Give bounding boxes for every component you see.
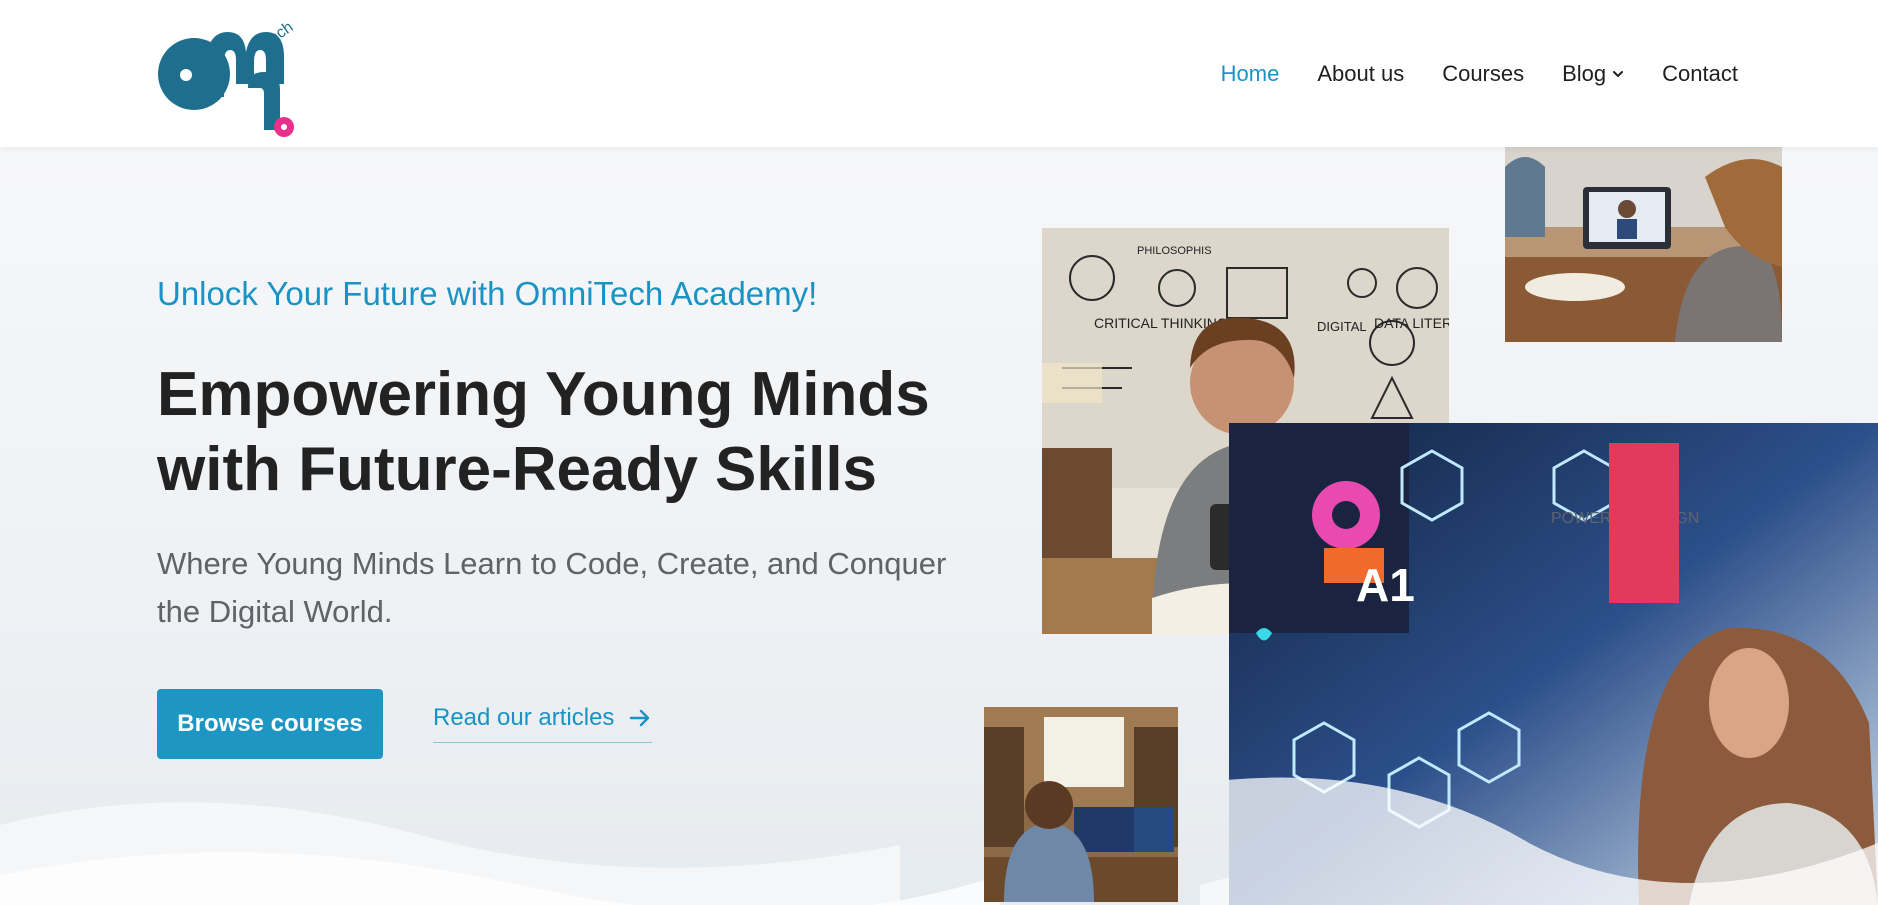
chalk-word-digital: DIGITAL	[1317, 319, 1367, 334]
hero-section: Unlock Your Future with OmniTech Academy…	[0, 147, 1878, 905]
read-articles-link[interactable]: Read our articles	[433, 704, 653, 743]
nav-item-home[interactable]: Home	[1221, 61, 1280, 87]
chalk-word-data-literacy: DATA LITERA	[1374, 315, 1449, 331]
chalk-word-philosophis: PHILOSOPHIS	[1137, 245, 1212, 257]
nav-label-home: Home	[1220, 60, 1280, 86]
nav-label-about: About us	[1317, 60, 1405, 86]
omnitech-logo[interactable]: tech	[156, 12, 306, 140]
nav-item-contact[interactable]: Contact	[1662, 61, 1738, 87]
hero-tagline: Unlock Your Future with OmniTech Academy…	[157, 275, 818, 312]
nav-label-blog: Blog	[1562, 60, 1607, 86]
main-nav: Home About us Courses Blog Contact	[1221, 0, 1738, 147]
hologram-text-ai: A1	[1356, 559, 1415, 611]
hero-headline: Empowering Young Minds with Future-Ready…	[157, 360, 930, 504]
hero-subheading: Where Young Minds Learn to Code, Create,…	[157, 546, 947, 629]
boy-coding-computer-photo	[984, 707, 1178, 902]
arrow-right-icon	[630, 709, 650, 727]
nav-item-courses[interactable]: Courses	[1442, 61, 1524, 87]
chevron-down-icon	[1613, 70, 1624, 77]
read-articles-label: Read our articles	[433, 704, 615, 731]
students-laptop-photo	[1505, 147, 1782, 342]
site-header: tech Home About us Courses Blog Contact	[0, 0, 1878, 147]
nav-label-courses: Courses	[1442, 60, 1525, 86]
nav-label-contact: Contact	[1662, 60, 1738, 86]
browse-courses-button[interactable]: Browse courses	[157, 689, 383, 759]
nav-item-about[interactable]: About us	[1317, 61, 1404, 87]
nav-item-blog[interactable]: Blog	[1562, 61, 1624, 87]
girl-ai-hologram-photo: A1 POWERED DESIGN DI	[1229, 423, 1878, 905]
